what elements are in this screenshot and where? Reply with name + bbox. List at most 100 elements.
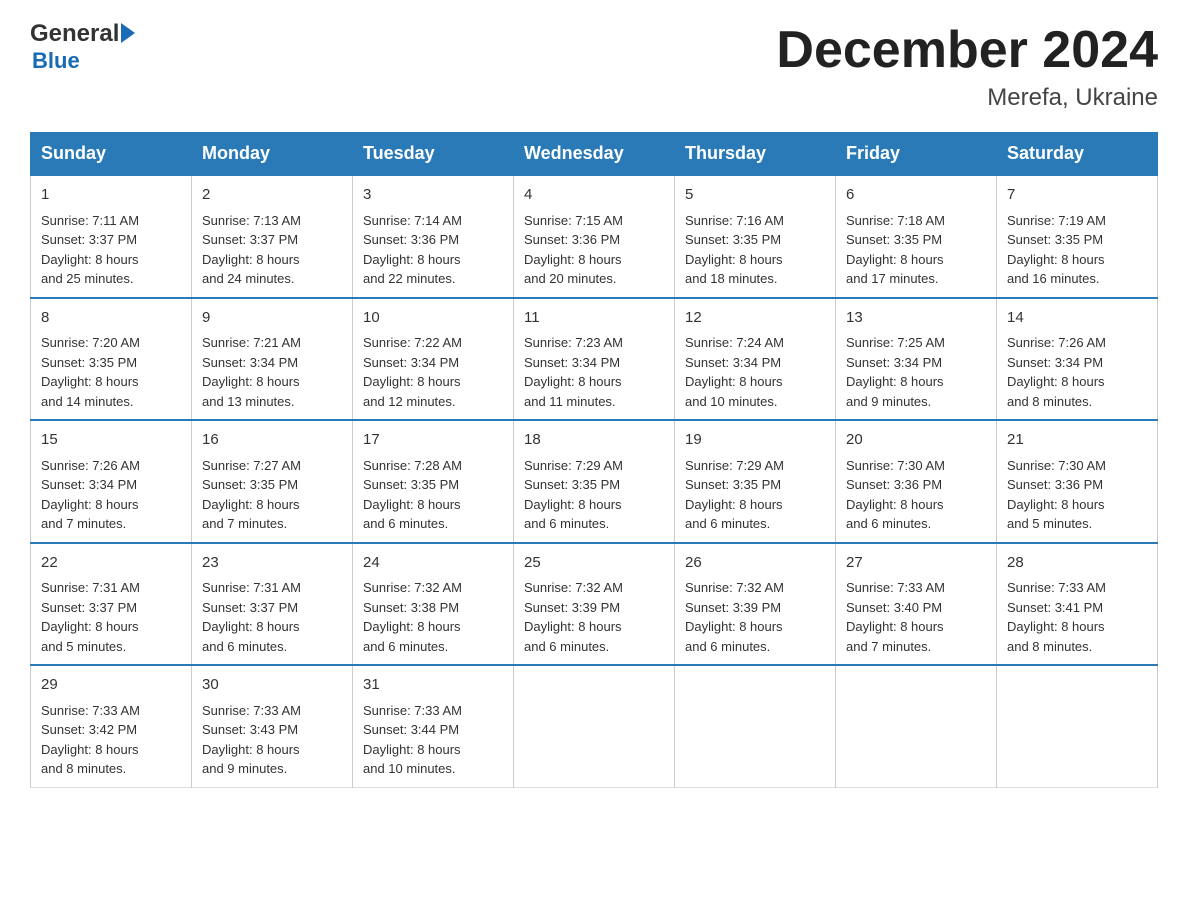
day-number: 22 [41, 552, 181, 575]
day-number: 15 [41, 429, 181, 452]
day-number: 14 [1007, 307, 1147, 330]
day-info: Sunrise: 7:29 AM Sunset: 3:35 PM Dayligh… [685, 456, 825, 534]
calendar-week-row: 8 Sunrise: 7:20 AM Sunset: 3:35 PM Daylig… [31, 298, 1158, 421]
day-number: 24 [363, 552, 503, 575]
day-info: Sunrise: 7:31 AM Sunset: 3:37 PM Dayligh… [202, 578, 342, 656]
calendar-cell: 17 Sunrise: 7:28 AM Sunset: 3:35 PM Dayli… [353, 420, 514, 543]
day-number: 7 [1007, 184, 1147, 207]
header-thursday: Thursday [675, 133, 836, 176]
day-number: 31 [363, 674, 503, 697]
day-info: Sunrise: 7:26 AM Sunset: 3:34 PM Dayligh… [1007, 333, 1147, 411]
calendar-cell: 23 Sunrise: 7:31 AM Sunset: 3:37 PM Dayli… [192, 543, 353, 666]
day-info: Sunrise: 7:13 AM Sunset: 3:37 PM Dayligh… [202, 211, 342, 289]
calendar-week-row: 15 Sunrise: 7:26 AM Sunset: 3:34 PM Dayli… [31, 420, 1158, 543]
page-header: General Blue December 2024 Merefa, Ukrai… [30, 20, 1158, 112]
day-info: Sunrise: 7:16 AM Sunset: 3:35 PM Dayligh… [685, 211, 825, 289]
calendar-cell: 25 Sunrise: 7:32 AM Sunset: 3:39 PM Dayli… [514, 543, 675, 666]
day-number: 1 [41, 184, 181, 207]
logo-general-text: General [30, 20, 119, 48]
day-number: 30 [202, 674, 342, 697]
day-number: 16 [202, 429, 342, 452]
day-number: 19 [685, 429, 825, 452]
day-info: Sunrise: 7:21 AM Sunset: 3:34 PM Dayligh… [202, 333, 342, 411]
calendar-cell: 30 Sunrise: 7:33 AM Sunset: 3:43 PM Dayli… [192, 665, 353, 787]
calendar-cell: 1 Sunrise: 7:11 AM Sunset: 3:37 PM Daylig… [31, 175, 192, 298]
location-title: Merefa, Ukraine [776, 84, 1158, 112]
day-number: 25 [524, 552, 664, 575]
calendar-cell: 18Sunrise: 7:29 AM Sunset: 3:35 PM Dayli… [514, 420, 675, 543]
header-monday: Monday [192, 133, 353, 176]
day-info: Sunrise: 7:23 AM Sunset: 3:34 PM Dayligh… [524, 333, 664, 411]
day-info: Sunrise: 7:33 AM Sunset: 3:40 PM Dayligh… [846, 578, 986, 656]
calendar-cell: 31 Sunrise: 7:33 AM Sunset: 3:44 PM Dayli… [353, 665, 514, 787]
day-info: Sunrise: 7:15 AM Sunset: 3:36 PM Dayligh… [524, 211, 664, 289]
calendar-week-row: 1 Sunrise: 7:11 AM Sunset: 3:37 PM Daylig… [31, 175, 1158, 298]
logo: General Blue [30, 20, 135, 74]
calendar-cell: 14 Sunrise: 7:26 AM Sunset: 3:34 PM Dayli… [997, 298, 1158, 421]
day-info: Sunrise: 7:32 AM Sunset: 3:39 PM Dayligh… [524, 578, 664, 656]
header-wednesday: Wednesday [514, 133, 675, 176]
day-number: 28 [1007, 552, 1147, 575]
day-info: Sunrise: 7:20 AM Sunset: 3:35 PM Dayligh… [41, 333, 181, 411]
calendar-cell: 29 Sunrise: 7:33 AM Sunset: 3:42 PM Dayli… [31, 665, 192, 787]
day-info: Sunrise: 7:19 AM Sunset: 3:35 PM Dayligh… [1007, 211, 1147, 289]
day-number: 18 [524, 429, 664, 452]
day-info: Sunrise: 7:28 AM Sunset: 3:35 PM Dayligh… [363, 456, 503, 534]
calendar-cell: 12Sunrise: 7:24 AM Sunset: 3:34 PM Dayli… [675, 298, 836, 421]
day-info: Sunrise: 7:33 AM Sunset: 3:42 PM Dayligh… [41, 701, 181, 779]
calendar-cell: 21 Sunrise: 7:30 AM Sunset: 3:36 PM Dayli… [997, 420, 1158, 543]
calendar-header-row: SundayMondayTuesdayWednesdayThursdayFrid… [31, 133, 1158, 176]
day-number: 17 [363, 429, 503, 452]
day-number: 23 [202, 552, 342, 575]
calendar-cell: 22 Sunrise: 7:31 AM Sunset: 3:37 PM Dayli… [31, 543, 192, 666]
calendar-cell: 27Sunrise: 7:33 AM Sunset: 3:40 PM Dayli… [836, 543, 997, 666]
day-number: 21 [1007, 429, 1147, 452]
calendar-week-row: 29 Sunrise: 7:33 AM Sunset: 3:42 PM Dayli… [31, 665, 1158, 787]
day-info: Sunrise: 7:33 AM Sunset: 3:41 PM Dayligh… [1007, 578, 1147, 656]
day-info: Sunrise: 7:30 AM Sunset: 3:36 PM Dayligh… [1007, 456, 1147, 534]
day-number: 8 [41, 307, 181, 330]
day-number: 29 [41, 674, 181, 697]
day-number: 4 [524, 184, 664, 207]
header-friday: Friday [836, 133, 997, 176]
calendar-cell: 8 Sunrise: 7:20 AM Sunset: 3:35 PM Daylig… [31, 298, 192, 421]
month-title: December 2024 [776, 20, 1158, 80]
calendar-table: SundayMondayTuesdayWednesdayThursdayFrid… [30, 132, 1158, 788]
calendar-cell [836, 665, 997, 787]
calendar-cell: 20 Sunrise: 7:30 AM Sunset: 3:36 PM Dayli… [836, 420, 997, 543]
day-info: Sunrise: 7:30 AM Sunset: 3:36 PM Dayligh… [846, 456, 986, 534]
calendar-cell: 2Sunrise: 7:13 AM Sunset: 3:37 PM Daylig… [192, 175, 353, 298]
day-info: Sunrise: 7:18 AM Sunset: 3:35 PM Dayligh… [846, 211, 986, 289]
calendar-cell: 19 Sunrise: 7:29 AM Sunset: 3:35 PM Dayli… [675, 420, 836, 543]
day-info: Sunrise: 7:26 AM Sunset: 3:34 PM Dayligh… [41, 456, 181, 534]
day-info: Sunrise: 7:33 AM Sunset: 3:44 PM Dayligh… [363, 701, 503, 779]
day-info: Sunrise: 7:31 AM Sunset: 3:37 PM Dayligh… [41, 578, 181, 656]
calendar-cell: 3Sunrise: 7:14 AM Sunset: 3:36 PM Daylig… [353, 175, 514, 298]
day-info: Sunrise: 7:22 AM Sunset: 3:34 PM Dayligh… [363, 333, 503, 411]
calendar-cell: 16 Sunrise: 7:27 AM Sunset: 3:35 PM Dayli… [192, 420, 353, 543]
calendar-cell [675, 665, 836, 787]
day-number: 6 [846, 184, 986, 207]
calendar-cell: 11 Sunrise: 7:23 AM Sunset: 3:34 PM Dayli… [514, 298, 675, 421]
day-info: Sunrise: 7:25 AM Sunset: 3:34 PM Dayligh… [846, 333, 986, 411]
day-number: 20 [846, 429, 986, 452]
day-number: 3 [363, 184, 503, 207]
day-number: 10 [363, 307, 503, 330]
header-tuesday: Tuesday [353, 133, 514, 176]
day-info: Sunrise: 7:32 AM Sunset: 3:38 PM Dayligh… [363, 578, 503, 656]
day-info: Sunrise: 7:27 AM Sunset: 3:35 PM Dayligh… [202, 456, 342, 534]
day-info: Sunrise: 7:11 AM Sunset: 3:37 PM Dayligh… [41, 211, 181, 289]
day-info: Sunrise: 7:33 AM Sunset: 3:43 PM Dayligh… [202, 701, 342, 779]
calendar-cell [514, 665, 675, 787]
header-sunday: Sunday [31, 133, 192, 176]
day-number: 13 [846, 307, 986, 330]
calendar-cell: 15 Sunrise: 7:26 AM Sunset: 3:34 PM Dayli… [31, 420, 192, 543]
calendar-cell: 10 Sunrise: 7:22 AM Sunset: 3:34 PM Dayli… [353, 298, 514, 421]
calendar-cell: 9Sunrise: 7:21 AM Sunset: 3:34 PM Daylig… [192, 298, 353, 421]
calendar-cell [997, 665, 1158, 787]
calendar-cell: 13 Sunrise: 7:25 AM Sunset: 3:34 PM Dayli… [836, 298, 997, 421]
calendar-cell: 5Sunrise: 7:16 AM Sunset: 3:35 PM Daylig… [675, 175, 836, 298]
day-number: 12 [685, 307, 825, 330]
header-saturday: Saturday [997, 133, 1158, 176]
day-number: 11 [524, 307, 664, 330]
